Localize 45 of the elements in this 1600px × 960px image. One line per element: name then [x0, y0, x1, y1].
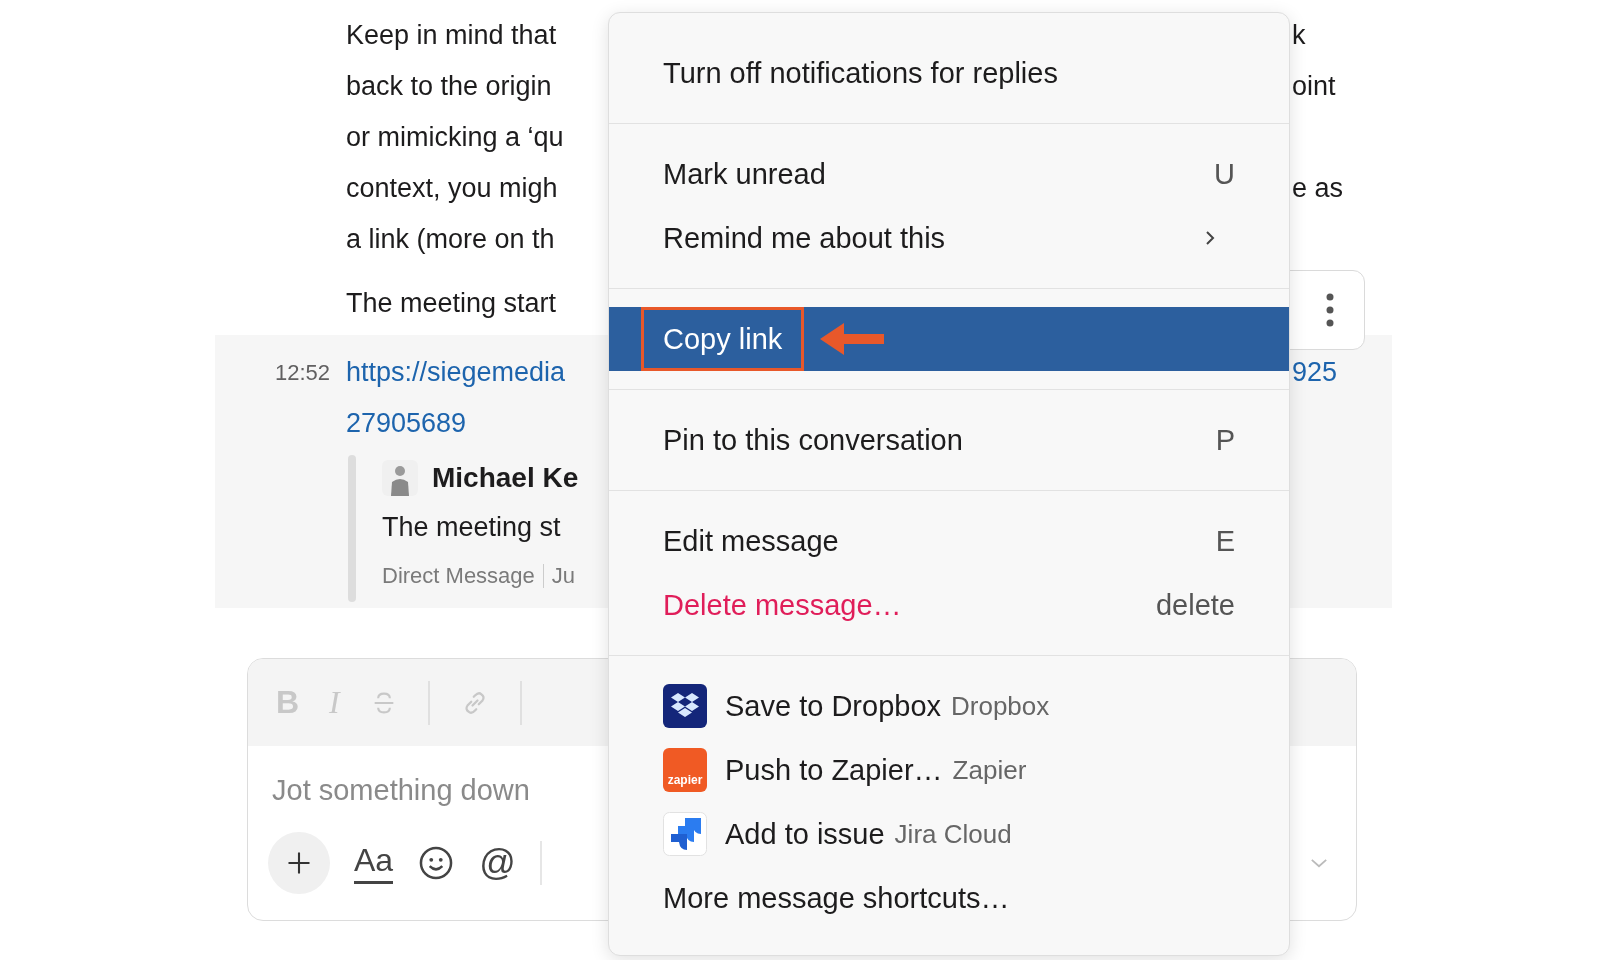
shortcut-key: P	[1215, 423, 1235, 457]
chevron-right-icon	[1205, 230, 1215, 246]
menu-item[interactable]: More message shortcuts…	[609, 866, 1289, 930]
shortcut-key: U	[1214, 157, 1235, 191]
menu-item[interactable]: Delete message… delete	[609, 573, 1289, 637]
message-text: The meeting start	[346, 288, 557, 319]
shortcut-key: E	[1215, 524, 1235, 558]
menu-item[interactable]: Save to Dropbox Dropbox	[609, 674, 1289, 738]
message-text: or mimicking a ‘qu	[346, 122, 564, 153]
message-text: a link (more on th	[346, 224, 555, 255]
timestamp: 12:52	[274, 359, 331, 386]
app-name: Zapier	[952, 754, 1027, 786]
menu-item[interactable]: Pin to this conversation P	[609, 408, 1289, 472]
jira-icon	[663, 812, 707, 856]
quote-author: Michael Ke	[432, 462, 579, 494]
message-text: k	[1292, 20, 1306, 51]
quote-text: The meeting st	[382, 511, 562, 544]
menu-item[interactable]: Turn off notifications for replies	[609, 41, 1289, 105]
message-link[interactable]: https://siegemedia	[346, 357, 566, 388]
app-name: Dropbox	[951, 690, 1050, 722]
message-input[interactable]: Jot something down	[272, 768, 592, 812]
message-text: oint	[1292, 71, 1336, 102]
chevron-down-icon[interactable]	[1310, 857, 1328, 869]
menu-item[interactable]: Remind me about this	[609, 206, 1289, 270]
shortcut-key: delete	[1156, 588, 1235, 622]
message-text: e as	[1292, 173, 1344, 204]
message-link[interactable]: 27905689	[346, 408, 467, 439]
menu-item[interactable]: Edit message E	[609, 509, 1289, 573]
app-name: Jira Cloud	[894, 818, 1012, 850]
message-text: Keep in mind that	[346, 20, 557, 51]
mention-button[interactable]: @	[479, 842, 516, 884]
zapier-logo: zapier	[663, 748, 707, 792]
menu-item[interactable]: Add to issue Jira Cloud	[609, 802, 1289, 866]
avatar-icon	[382, 460, 418, 496]
message-link[interactable]: 925	[1292, 357, 1338, 388]
menu-item[interactable]: Mark unread U	[609, 142, 1289, 206]
quote-date: Ju	[551, 563, 576, 589]
menu-item[interactable]: zapier Push to Zapier… Zapier	[609, 738, 1289, 802]
menu-item[interactable]: Copy link	[609, 307, 1289, 371]
dropbox-icon	[663, 684, 707, 728]
message-text: back to the origin	[346, 71, 552, 102]
quote-channel: Direct Message	[382, 563, 535, 589]
text-format-button[interactable]: Aa	[354, 842, 394, 884]
more-vertical-icon	[1326, 292, 1334, 328]
message-text: context, you migh	[346, 173, 558, 204]
